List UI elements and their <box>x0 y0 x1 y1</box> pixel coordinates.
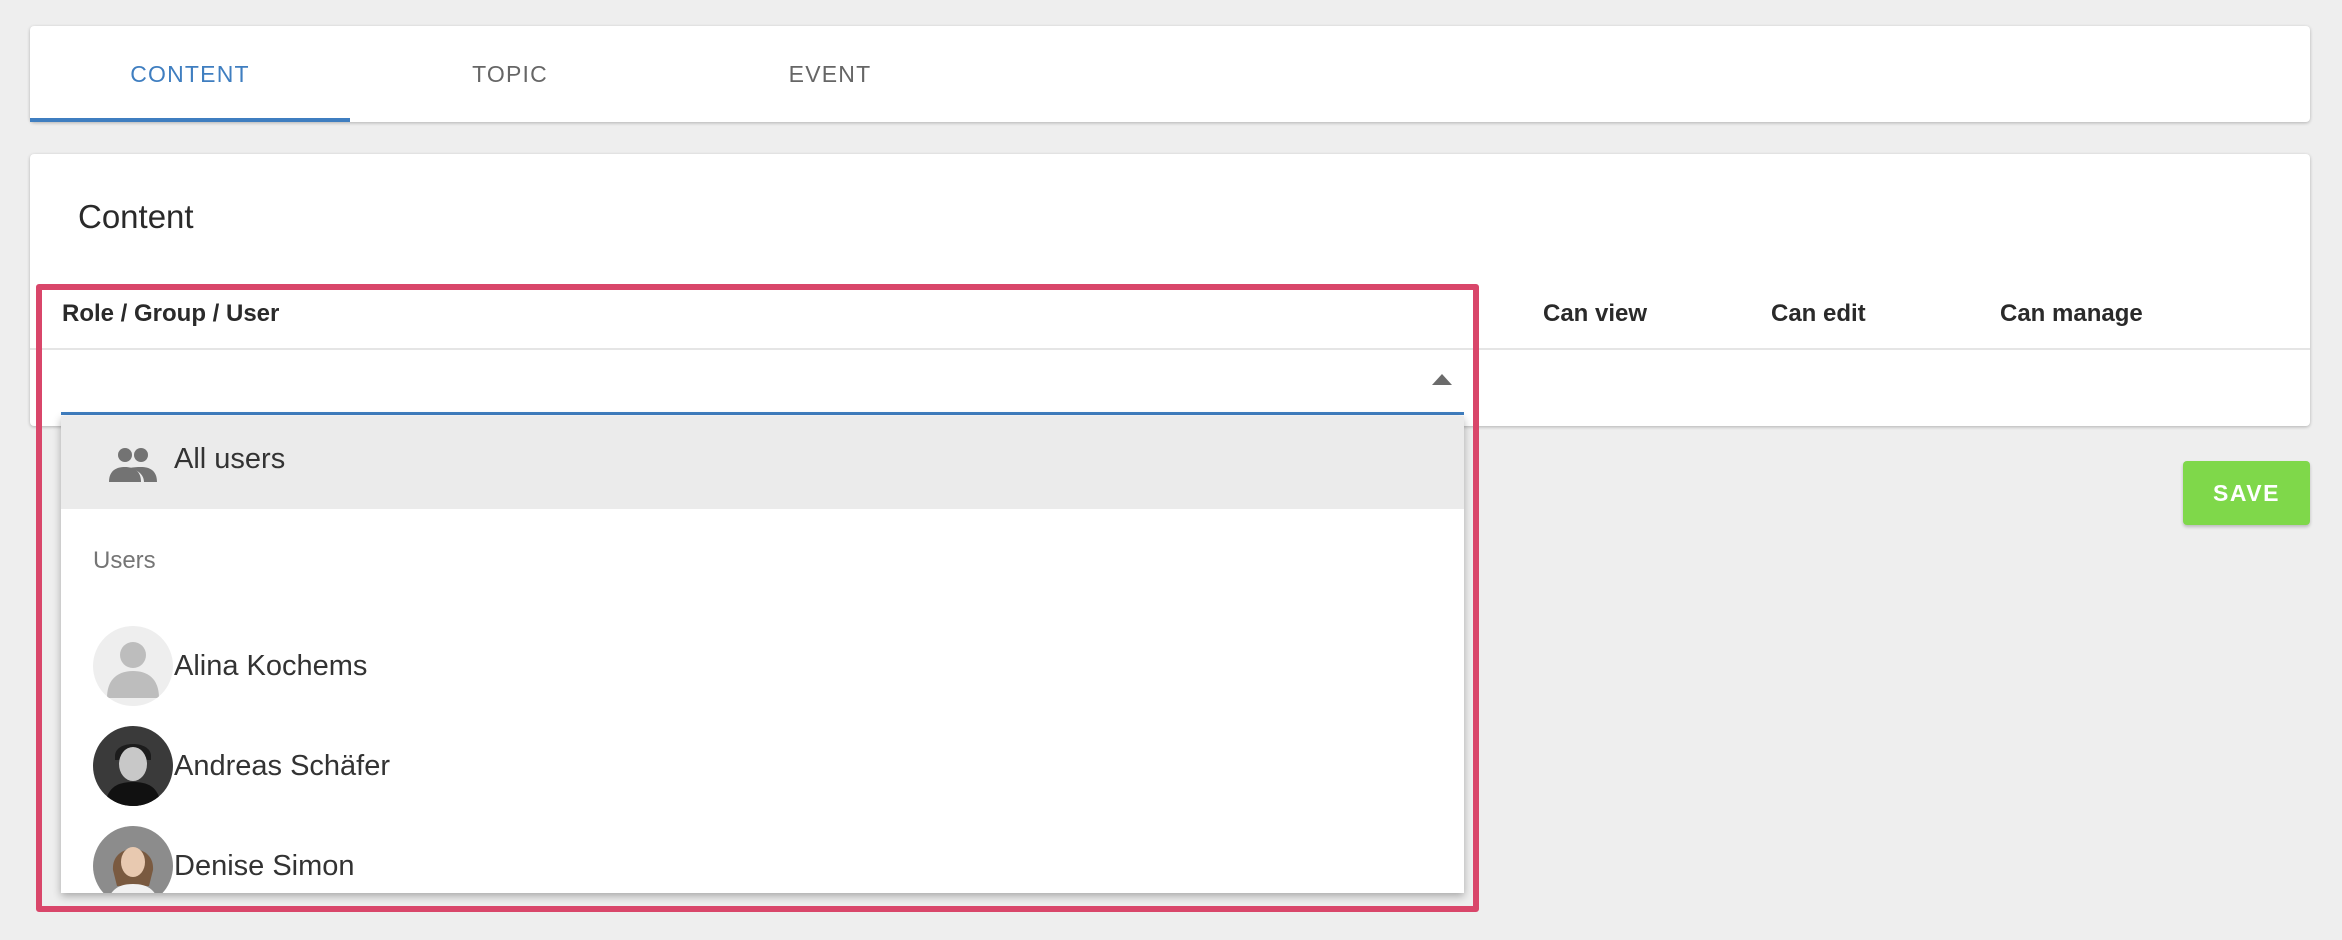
option-all-users[interactable]: All users <box>61 416 1464 509</box>
card-title: Content <box>78 198 194 235</box>
user-option-alina-kochems[interactable]: Alina Kochems <box>61 614 1464 706</box>
user-name: Andreas Schäfer <box>174 750 391 782</box>
user-avatar <box>93 826 173 893</box>
role-group-user-select[interactable] <box>61 350 1464 415</box>
user-name: Denise Simon <box>174 850 355 882</box>
option-all-users-label: All users <box>174 443 286 475</box>
tab-content[interactable]: CONTENT <box>30 26 350 122</box>
tab-content-label: CONTENT <box>130 60 250 87</box>
column-header-can-manage: Can manage <box>2000 300 2143 327</box>
user-avatar <box>93 726 173 806</box>
tabs-bar: CONTENT TOPIC EVENT <box>30 26 2310 122</box>
column-header-can-edit: Can edit <box>1771 300 1866 327</box>
select-dropdown-menu: All users Users Alina Kochems Andreas Sc… <box>61 416 1464 893</box>
tab-topic-label: TOPIC <box>472 60 548 87</box>
user-option-denise-simon[interactable]: Denise Simon <box>61 814 1464 893</box>
user-name: Alina Kochems <box>174 650 368 682</box>
save-button[interactable]: SAVE <box>2183 461 2310 525</box>
tab-event[interactable]: EVENT <box>670 26 990 122</box>
user-option-andreas-schafer[interactable]: Andreas Schäfer <box>61 714 1464 806</box>
tab-event-label: EVENT <box>788 60 872 87</box>
group-icon <box>109 446 157 482</box>
default-avatar-icon <box>93 626 173 706</box>
group-header-users: Users <box>93 547 156 574</box>
column-header-role-group-user: Role / Group / User <box>62 300 280 327</box>
tab-topic[interactable]: TOPIC <box>350 26 670 122</box>
arrow-drop-up-icon[interactable] <box>1432 374 1452 385</box>
column-header-can-view: Can view <box>1543 300 1648 327</box>
